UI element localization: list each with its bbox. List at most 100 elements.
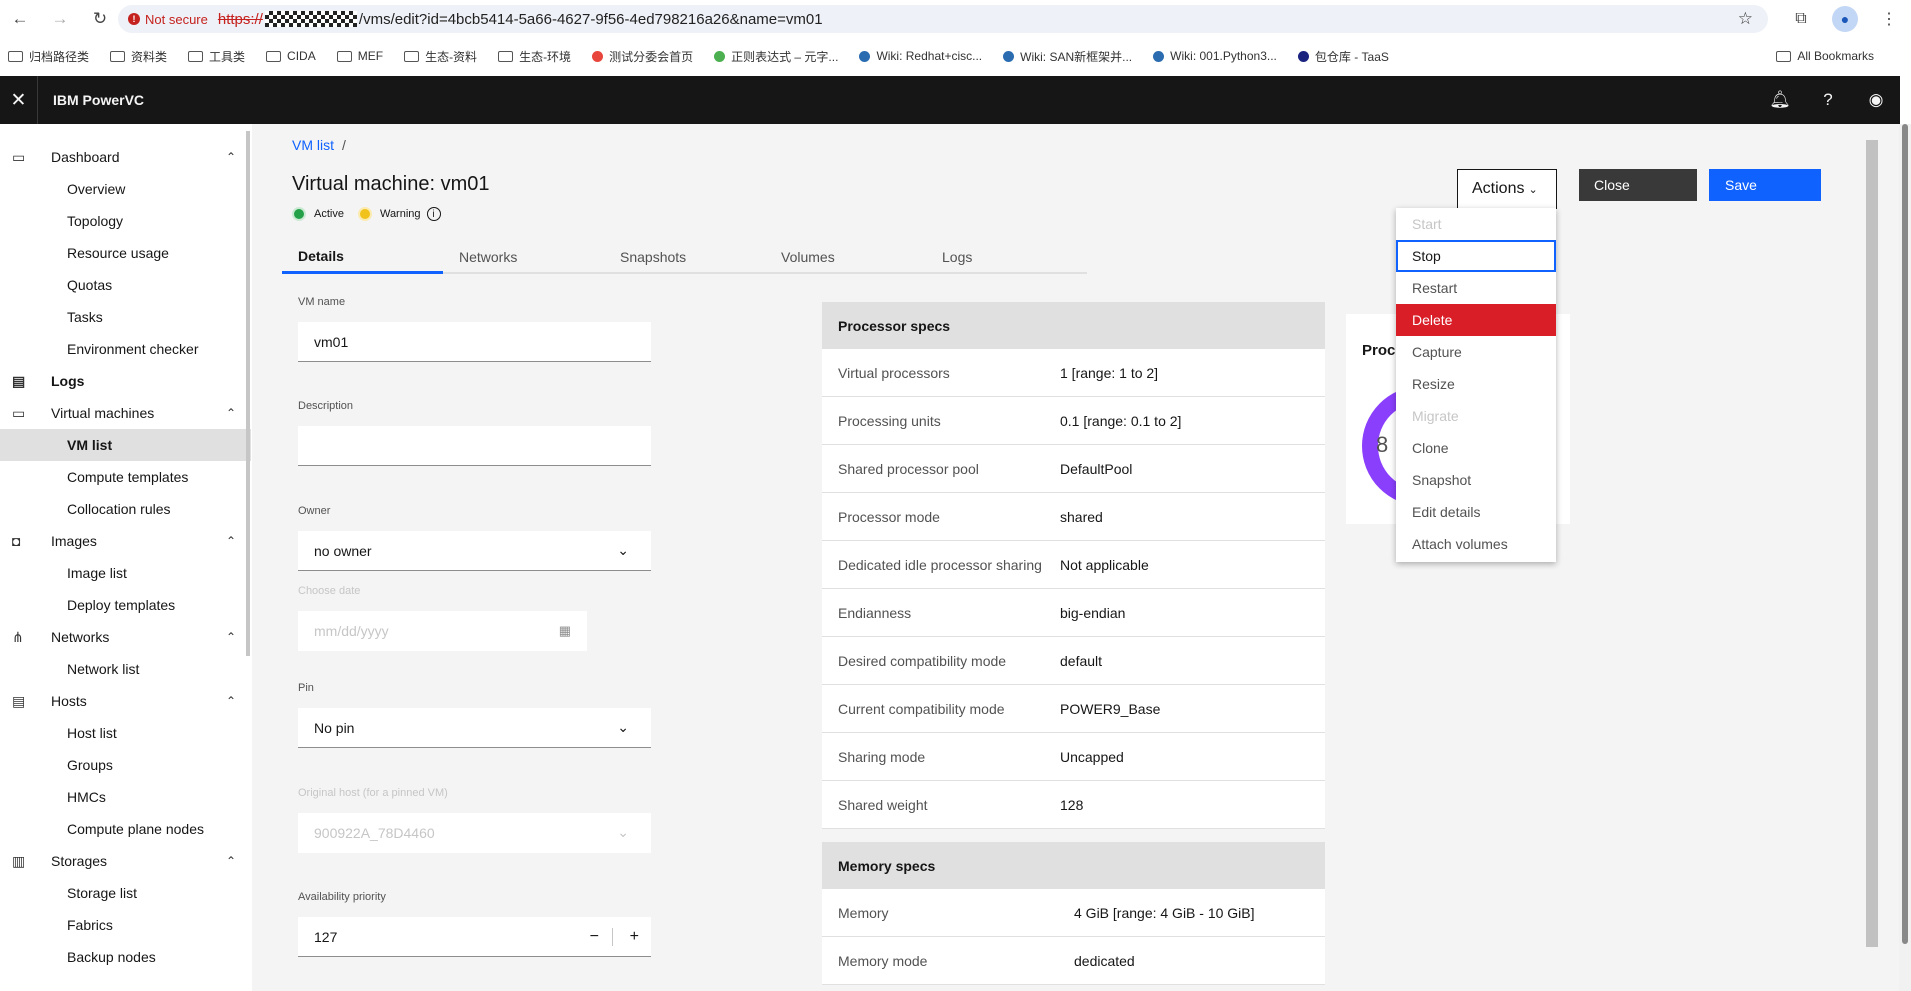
sidebar-group-storages[interactable]: ▥ Storages ⌃ <box>0 845 251 877</box>
sidebar-group-virtual-machines[interactable]: ▭ Virtual machines ⌃ <box>0 397 251 429</box>
owner-select[interactable]: no owner ⌄ <box>298 531 651 571</box>
sidebar-item-resource-usage[interactable]: Resource usage <box>0 237 251 269</box>
spec-key: Processing units <box>838 412 941 429</box>
spec-value: DefaultPool <box>1060 460 1133 477</box>
sidebar-item-network-list[interactable]: Network list <box>0 653 251 685</box>
close-nav-icon[interactable]: ✕ <box>0 76 38 124</box>
page-scrollbar-thumb[interactable] <box>1902 124 1908 944</box>
tab-snapshots[interactable]: Snapshots <box>604 240 765 274</box>
site-favicon-icon <box>1003 50 1015 62</box>
bookmark-item[interactable]: 工具类 <box>188 48 245 65</box>
notification-bell-icon[interactable]: 🔔︎ <box>1756 76 1804 124</box>
sidebar-group-logs[interactable]: ▤ Logs <box>0 365 251 397</box>
sidebar-item-image-list[interactable]: Image list <box>0 557 251 589</box>
page-title: Virtual machine: vm01 <box>292 173 490 195</box>
sidebar-item-tasks[interactable]: Tasks <box>0 301 251 333</box>
chevron-up-icon[interactable]: ⌃ <box>226 150 236 164</box>
chevron-up-icon[interactable]: ⌃ <box>226 630 236 644</box>
menu-item-clone[interactable]: Clone <box>1396 432 1556 464</box>
warning-icon: ! <box>128 13 140 25</box>
vm-icon: ▭ <box>12 404 26 421</box>
user-avatar-icon[interactable]: ◉ <box>1852 76 1900 124</box>
sidebar-group-networks[interactable]: ⋔ Networks ⌃ <box>0 621 251 653</box>
bookmark-item[interactable]: 包仓库 - TaaS <box>1297 48 1389 65</box>
sidebar-item-quotas[interactable]: Quotas <box>0 269 251 301</box>
tab-logs[interactable]: Logs <box>926 240 1087 274</box>
tab-volumes[interactable]: Volumes <box>765 240 926 274</box>
content-scrollbar[interactable] <box>1866 140 1878 947</box>
reload-icon[interactable]: ↻ <box>80 0 120 38</box>
availability-priority-input[interactable]: 127 − + <box>298 917 651 957</box>
help-icon[interactable]: ? <box>1804 76 1852 124</box>
bookmark-item[interactable]: Wiki: SAN新框架并... <box>1003 48 1132 65</box>
chevron-up-icon[interactable]: ⌃ <box>226 406 236 420</box>
folder-icon <box>266 50 282 62</box>
description-input[interactable] <box>298 426 651 466</box>
save-button[interactable]: Save <box>1709 169 1821 201</box>
sidebar-item-environment-checker[interactable]: Environment checker <box>0 333 251 365</box>
bookmark-item[interactable]: Wiki: Redhat+cisc... <box>859 49 982 63</box>
spec-row: Sharing mode Uncapped <box>822 733 1325 781</box>
sidebar-item-host-list[interactable]: Host list <box>0 717 251 749</box>
menu-item-edit-details[interactable]: Edit details <box>1396 496 1556 528</box>
menu-item-attach-volumes[interactable]: Attach volumes <box>1396 528 1556 560</box>
menu-item-snapshot[interactable]: Snapshot <box>1396 464 1556 496</box>
bookmark-item[interactable]: 资料类 <box>110 48 167 65</box>
sidebar-group-hosts[interactable]: ▤ Hosts ⌃ <box>0 685 251 717</box>
bookmark-item[interactable]: CIDA <box>266 49 316 63</box>
actions-button[interactable]: Actions ⌄ <box>1457 169 1557 209</box>
sidebar-item-fabrics[interactable]: Fabrics <box>0 909 251 941</box>
breadcrumb-link-vm-list[interactable]: VM list <box>292 137 334 153</box>
back-icon[interactable]: ← <box>0 0 40 38</box>
profile-icon[interactable]: ● <box>1823 0 1867 38</box>
sidebar-scrollbar[interactable] <box>246 131 250 656</box>
sidebar-item-backup-nodes[interactable]: Backup nodes <box>0 941 251 973</box>
close-button[interactable]: Close <box>1579 169 1697 201</box>
vm-name-input[interactable]: vm01 <box>298 322 651 362</box>
bookmark-item[interactable]: Wiki: 001.Python3... <box>1153 49 1277 63</box>
sidebar-item-storage-list[interactable]: Storage list <box>0 877 251 909</box>
sidebar-group-dashboard[interactable]: ▭ Dashboard ⌃ <box>0 141 251 173</box>
sidebar-item-compute-plane-nodes[interactable]: Compute plane nodes <box>0 813 251 845</box>
spec-value: big-endian <box>1060 604 1126 621</box>
sidebar-item-collocation-rules[interactable]: Collocation rules <box>0 493 251 525</box>
not-secure-badge[interactable]: ! Not secure <box>128 12 208 27</box>
tab-details[interactable]: Details <box>282 240 443 274</box>
chevron-up-icon[interactable]: ⌃ <box>226 854 236 868</box>
chevron-up-icon[interactable]: ⌃ <box>226 694 236 708</box>
bookmark-item[interactable]: 归档路径类 <box>8 48 89 65</box>
sidebar-item-vm-list[interactable]: VM list <box>0 429 251 461</box>
sidebar-item-overview[interactable]: Overview <box>0 173 251 205</box>
sidebar-item-groups[interactable]: Groups <box>0 749 251 781</box>
date-input[interactable]: mm/dd/yyyy ▦ <box>298 611 587 651</box>
menu-item-restart[interactable]: Restart <box>1396 272 1556 304</box>
sidebar-item-hmcs[interactable]: HMCs <box>0 781 251 813</box>
bookmark-item[interactable]: MEF <box>336 49 383 63</box>
chevron-up-icon[interactable]: ⌃ <box>226 534 236 548</box>
menu-item-stop[interactable]: Stop <box>1396 240 1556 272</box>
all-bookmarks-button[interactable]: All Bookmarks <box>1776 49 1874 63</box>
tab-networks[interactable]: Networks <box>443 240 604 274</box>
original-host-select[interactable]: 900922A_78D4460 ⌄ <box>298 813 651 853</box>
calendar-icon[interactable]: ▦ <box>559 623 571 639</box>
sidebar-item-compute-templates[interactable]: Compute templates <box>0 461 251 493</box>
bookmark-item[interactable]: 正则表达式 – 元字... <box>714 48 838 65</box>
sidebar-item-topology[interactable]: Topology <box>0 205 251 237</box>
info-icon[interactable]: i <box>426 207 441 221</box>
sidebar-group-images[interactable]: ◘ Images ⌃ <box>0 525 251 557</box>
bookmark-item[interactable]: 生态-资料 <box>404 48 477 65</box>
bookmark-star-icon[interactable]: ☆ <box>1738 9 1753 29</box>
bookmark-item[interactable]: 生态-环境 <box>498 48 571 65</box>
menu-item-capture[interactable]: Capture <box>1396 336 1556 368</box>
sidebar-item-deploy-templates[interactable]: Deploy templates <box>0 589 251 621</box>
pin-select[interactable]: No pin ⌄ <box>298 708 651 748</box>
decrement-button[interactable]: − <box>590 928 599 946</box>
address-bar[interactable]: ! Not secure https:// /vms/edit?id=4bcb541… <box>118 5 1768 33</box>
forward-icon[interactable]: → <box>40 0 80 38</box>
increment-button[interactable]: + <box>630 928 639 946</box>
menu-item-resize[interactable]: Resize <box>1396 368 1556 400</box>
bookmark-item[interactable]: 测试分委会首页 <box>592 48 693 65</box>
menu-item-delete[interactable]: Delete <box>1396 304 1556 336</box>
extensions-icon[interactable]: ⧉ <box>1779 0 1823 38</box>
menu-kebab-icon[interactable]: ⋮ <box>1867 0 1911 38</box>
